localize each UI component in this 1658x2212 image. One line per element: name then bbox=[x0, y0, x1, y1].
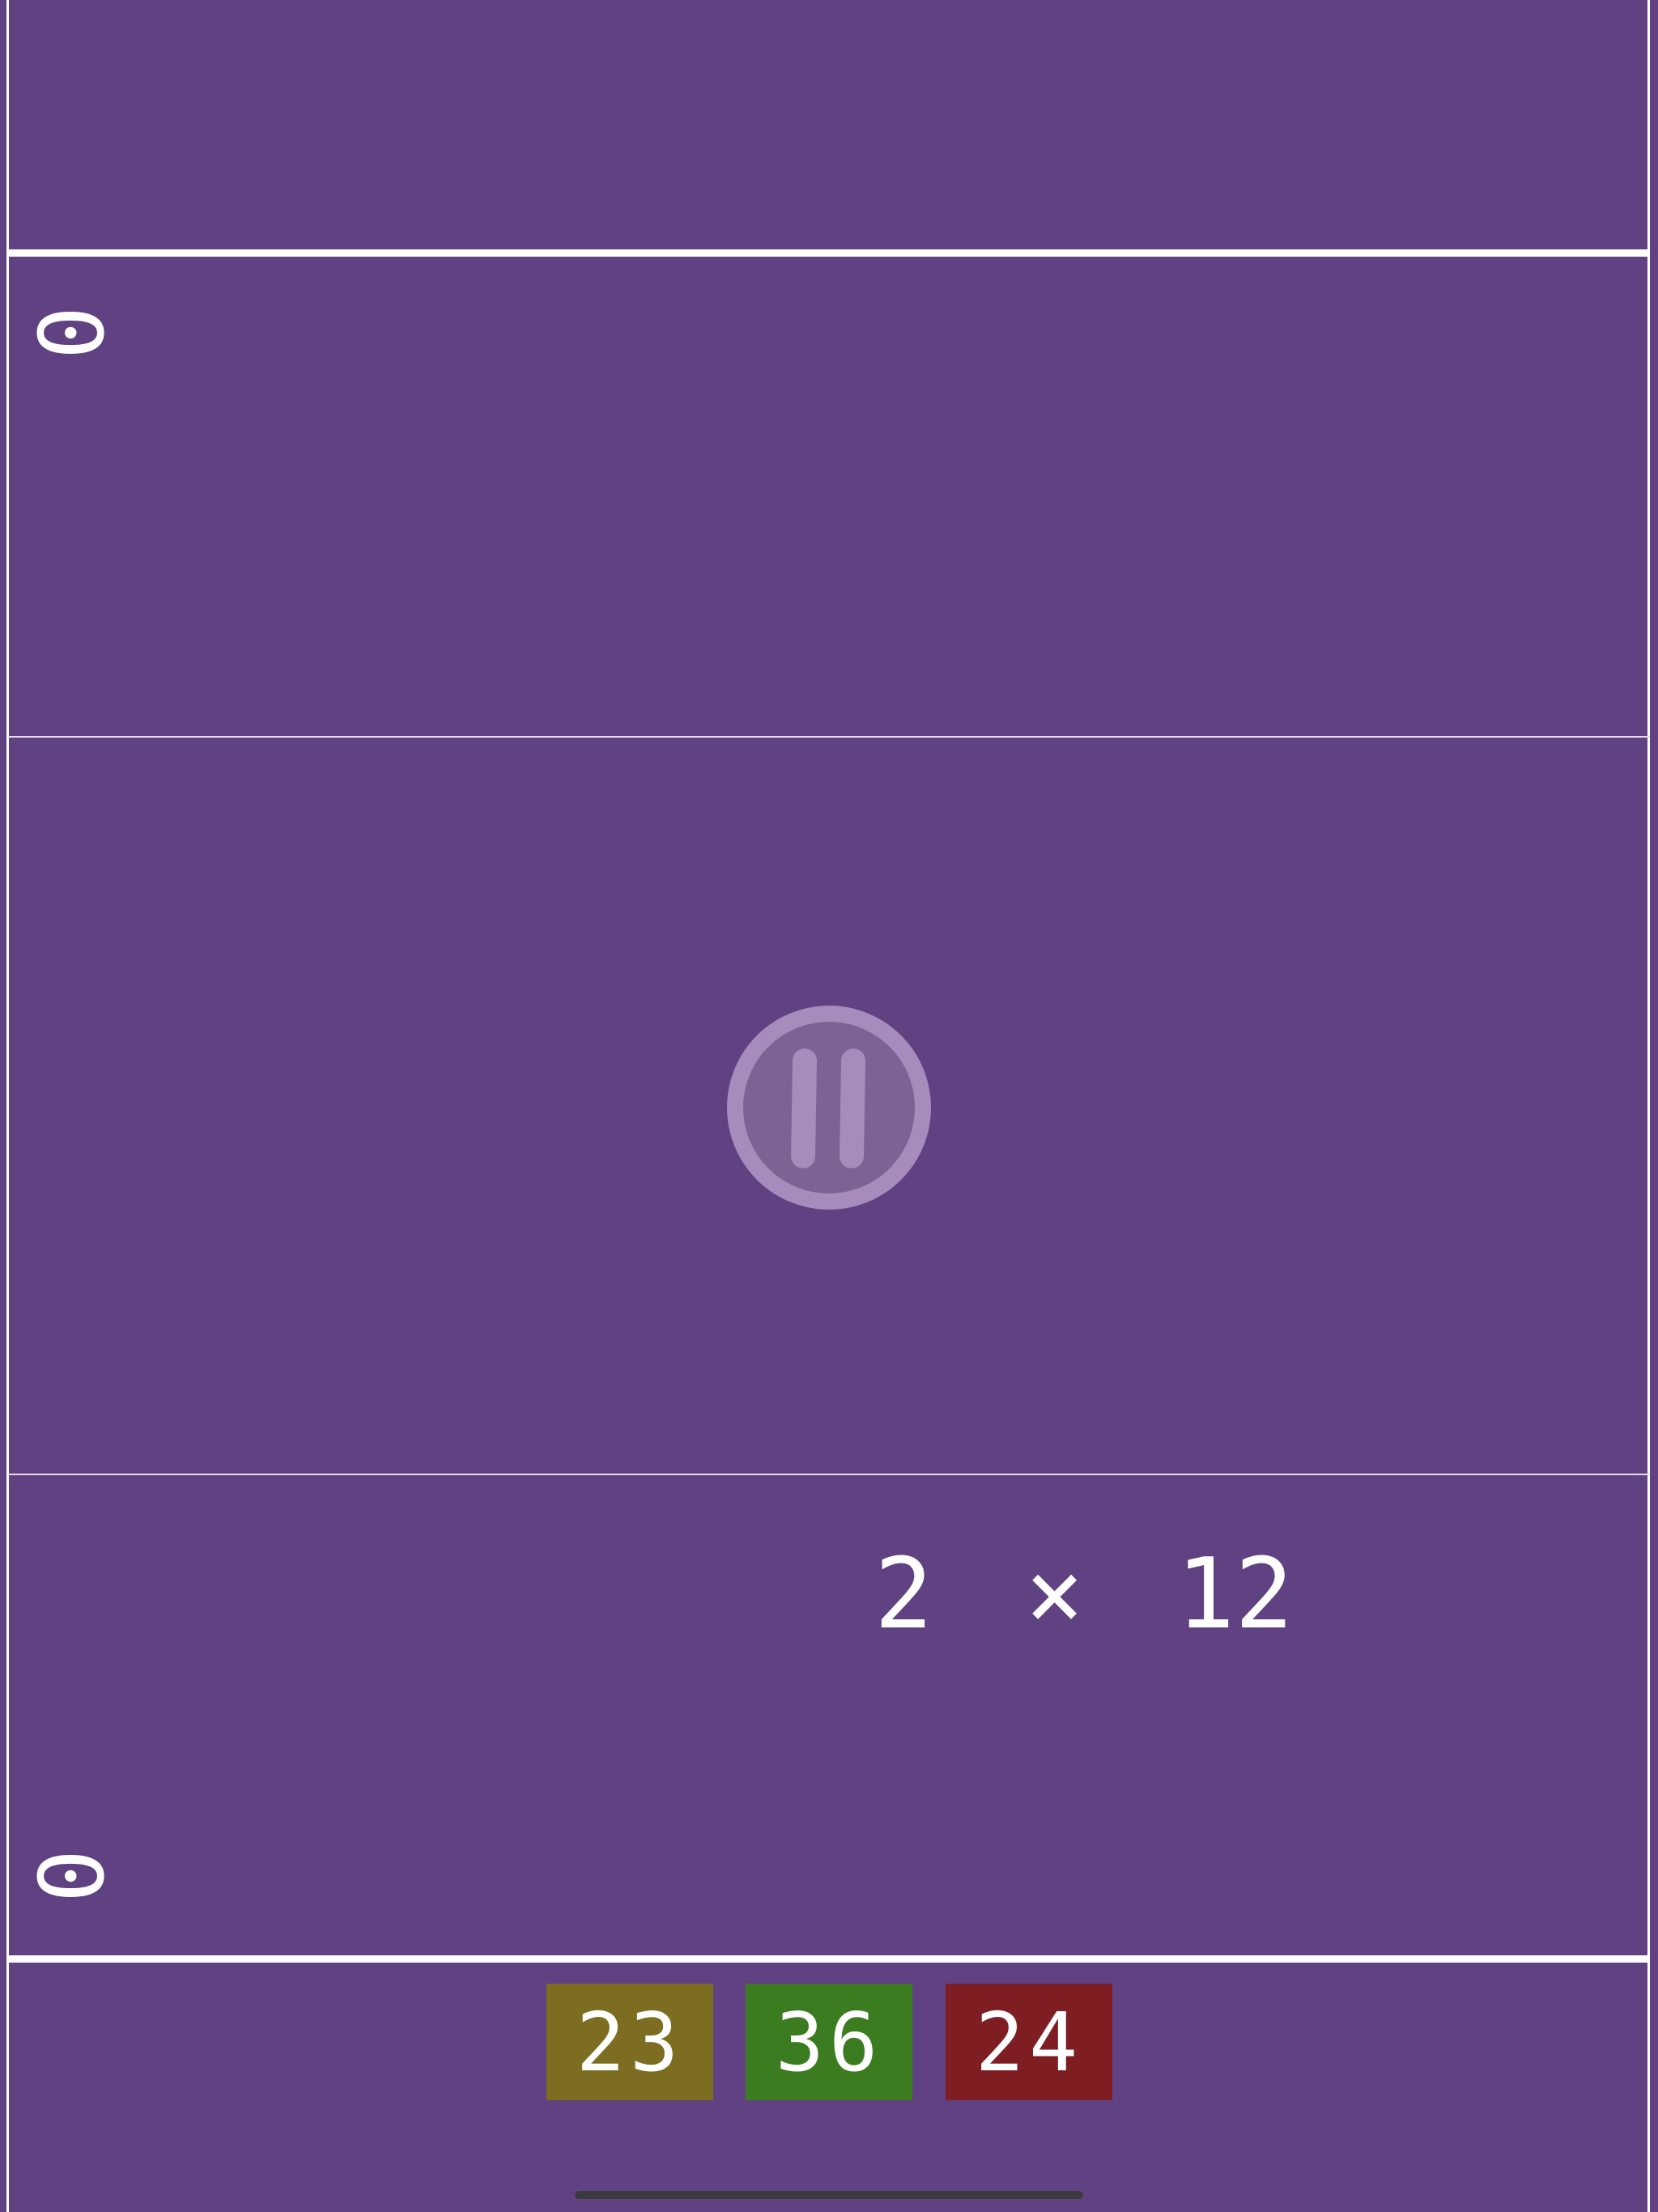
answer-option-3[interactable]: 24 bbox=[946, 1984, 1112, 2100]
multiplication-problem: 2 × 12 bbox=[874, 1538, 1294, 1651]
bottom-goal-line bbox=[8, 1955, 1650, 1963]
pause-button[interactable] bbox=[725, 1004, 933, 1211]
answer-option-1-label: 23 bbox=[576, 1994, 684, 2090]
answer-option-2-label: 36 bbox=[775, 1994, 883, 2090]
top-goal-line bbox=[8, 249, 1650, 257]
answer-option-2[interactable]: 36 bbox=[746, 1984, 912, 2100]
home-indicator[interactable] bbox=[575, 2191, 1083, 2199]
answer-option-3-label: 24 bbox=[975, 1994, 1083, 2090]
top-divider-line bbox=[8, 736, 1650, 738]
pause-icon bbox=[727, 1006, 931, 1210]
bottom-divider-line bbox=[8, 1474, 1650, 1475]
left-border-line bbox=[6, 0, 9, 2212]
game-board: 0 0 2 × 12 23 36 24 bbox=[0, 0, 1658, 2212]
right-border-line bbox=[1647, 0, 1650, 2212]
top-player-score: 0 bbox=[17, 305, 121, 360]
answer-option-1[interactable]: 23 bbox=[546, 1984, 713, 2100]
bottom-player-score: 0 bbox=[17, 1848, 121, 1904]
